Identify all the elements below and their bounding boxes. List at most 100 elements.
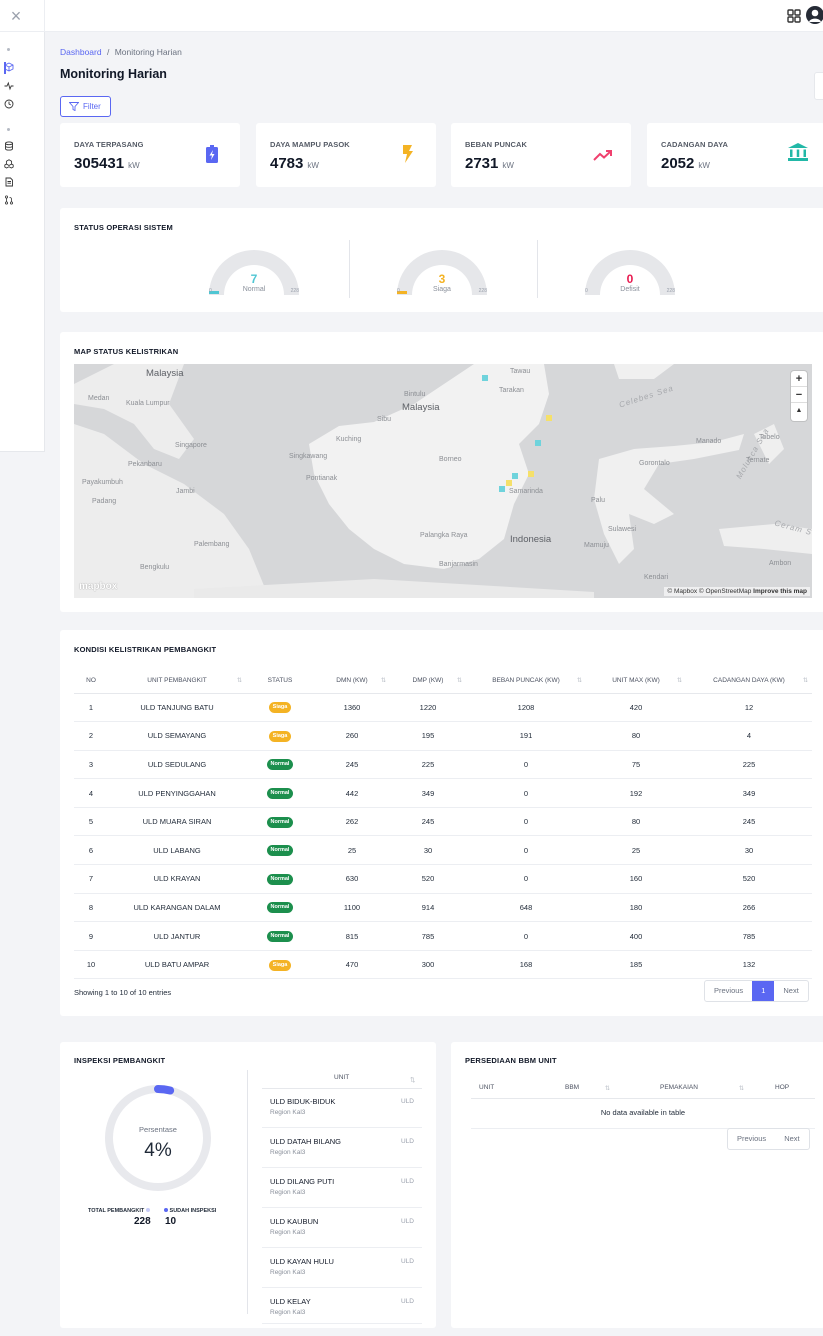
gauge-max: 228 <box>478 288 487 294</box>
map-label: Padang <box>92 498 117 505</box>
zoom-in-button[interactable]: + <box>791 371 807 387</box>
sort-icon[interactable]: ⇅ <box>677 677 682 684</box>
list-item[interactable]: ULD BIDUK-BIDUK Region Kal3 ULD <box>262 1088 422 1128</box>
gauge-label: Siaga <box>433 286 451 293</box>
dmn-value: 260 <box>345 731 359 741</box>
column-header[interactable]: UNIT <box>334 1074 349 1081</box>
sidebar-item-database[interactable] <box>0 140 45 156</box>
map-label: Samarinda <box>509 488 543 495</box>
next-page-button[interactable]: Next <box>774 981 807 1001</box>
table-cell: 2 <box>74 721 108 751</box>
cadangan-value: 785 <box>742 931 756 941</box>
sort-icon[interactable]: ⇅ <box>381 677 386 684</box>
table-cell: Normal <box>246 893 314 923</box>
status-operasi-card: STATUS OPERASI SISTEM 7 Normal 0 228 3 S… <box>60 208 823 312</box>
unit-tag: ULD <box>400 1178 414 1185</box>
table-cell: 80 <box>586 807 686 837</box>
kondisi-pagination: Previous 1 Next <box>704 980 809 1002</box>
unit-name: ULD KAYAN HULU <box>270 1257 334 1266</box>
table-cell: 185 <box>586 950 686 980</box>
sort-icon[interactable]: ⇅ <box>739 1085 744 1092</box>
column-header[interactable]: DMN (KW) ⇅ <box>314 668 390 694</box>
sort-icon[interactable]: ⇅ <box>457 677 462 684</box>
column-header[interactable]: BEBAN PUNCAK (KW) ⇅ <box>466 668 586 694</box>
row-number: 5 <box>88 817 94 827</box>
table-cell: 5 <box>74 807 108 837</box>
avatar[interactable] <box>806 6 823 24</box>
column-header[interactable]: DMP (KW) ⇅ <box>390 668 466 694</box>
apps-grid-icon[interactable] <box>787 9 801 23</box>
column-header[interactable]: UNIT MAX (KW) ⇅ <box>586 668 686 694</box>
improve-map-link[interactable]: Improve this map <box>753 588 807 595</box>
sidebar-item-components[interactable] <box>0 158 45 174</box>
column-header[interactable]: UNIT <box>479 1084 494 1091</box>
table-cell: 10 <box>74 950 108 980</box>
clock-icon <box>4 99 14 109</box>
map-label: Sibu <box>377 416 392 423</box>
table-cell: 225 <box>686 750 812 780</box>
list-item[interactable]: ULD DATAH BILANG Region Kal3 ULD <box>262 1128 422 1168</box>
gauge-value: 7 <box>250 272 258 286</box>
compass-icon[interactable]: ▲ <box>791 403 807 419</box>
dmp-value: 245 <box>421 817 435 827</box>
table-row: 3 ULD SEDULANG Normal 245 225 0 75 225 <box>74 750 812 780</box>
sort-icon[interactable]: ⇅ <box>803 677 808 684</box>
empty-table-message: No data available in table <box>600 1108 686 1117</box>
previous-page-button[interactable]: Previous <box>728 1129 775 1149</box>
row-number: 10 <box>86 960 96 970</box>
column-header[interactable]: BBM <box>565 1084 579 1091</box>
sidebar-item-documents[interactable] <box>0 176 45 192</box>
unit-max-value: 25 <box>631 845 641 855</box>
unit-tag: ULD <box>400 1098 414 1105</box>
column-header[interactable]: NO <box>74 668 108 694</box>
sort-icon[interactable]: ⇅ <box>577 677 582 684</box>
gauge-label: Defisit <box>620 286 640 293</box>
table-cell: Normal <box>246 864 314 894</box>
close-icon[interactable]: × <box>6 6 26 26</box>
status-badge: Normal <box>266 931 294 943</box>
sidebar-item-dashboard[interactable] <box>0 61 45 77</box>
sidebar-item-pull-request[interactable] <box>0 194 45 210</box>
cadangan-value: 30 <box>744 845 754 855</box>
column-header[interactable]: CADANGAN DAYA (KW) ⇅ <box>686 668 812 694</box>
zoom-out-button[interactable]: − <box>791 387 807 403</box>
mapbox-logo[interactable]: mapbox <box>79 581 117 592</box>
unit-name: ULD JANTUR <box>153 931 201 941</box>
sort-icon[interactable]: ⇅ <box>410 1076 415 1084</box>
list-item[interactable]: ULD DILANG PUTI Region Kal3 ULD <box>262 1168 422 1208</box>
column-header[interactable]: STATUS <box>246 668 314 694</box>
sort-icon[interactable]: ⇅ <box>237 677 242 684</box>
section-title: KONDISI KELISTRIKAN PEMBANGKIT <box>74 645 217 654</box>
breadcrumb-home-link[interactable]: Dashboard <box>60 47 102 57</box>
unit-name: ULD DATAH BILANG <box>270 1137 341 1146</box>
dmn-value: 442 <box>345 788 359 798</box>
map-status-kelistrikan[interactable]: Malaysia Medan Kuala Lumpur Singapore Pe… <box>74 364 812 598</box>
sidebar-item-activity[interactable] <box>0 80 45 96</box>
previous-page-button[interactable]: Previous <box>705 981 752 1001</box>
database-icon <box>5 141 13 151</box>
table-cell: 195 <box>390 721 466 751</box>
list-item[interactable]: ULD KAUBUN Region Kal3 ULD <box>262 1208 422 1248</box>
table-row: 8 ULD KARANGAN DALAM Normal 1100 914 648 180 26… <box>74 893 812 923</box>
table-cell: 914 <box>390 893 466 923</box>
page-1-button[interactable]: 1 <box>752 981 775 1001</box>
next-page-button[interactable]: Next <box>775 1129 808 1149</box>
column-header[interactable]: UNIT PEMBANGKIT ⇅ <box>108 668 246 694</box>
list-item[interactable]: ULD KAYAN HULU Region Kal3 ULD <box>262 1248 422 1288</box>
row-number: 1 <box>88 702 94 712</box>
sidebar-item-history[interactable] <box>0 98 45 114</box>
settings-drawer-tab[interactable] <box>814 72 823 100</box>
filter-button[interactable]: Filter <box>60 96 111 117</box>
cadangan-value: 225 <box>742 759 756 769</box>
beban-value: 0 <box>523 788 529 798</box>
unit-tag: ULD <box>400 1218 414 1225</box>
list-item[interactable]: ULD KELAY Region Kal3 ULD <box>262 1288 422 1324</box>
unit-region: Region Kal3 <box>270 1189 306 1196</box>
table-cell: 400 <box>586 921 686 951</box>
sort-icon[interactable]: ⇅ <box>605 1085 610 1092</box>
map-label: Pontianak <box>306 475 338 482</box>
column-header[interactable]: PEMAKAIAN <box>660 1084 698 1091</box>
map-label: Mamuju <box>584 542 609 549</box>
beban-value: 648 <box>519 902 533 912</box>
column-header[interactable]: HOP <box>775 1084 789 1091</box>
